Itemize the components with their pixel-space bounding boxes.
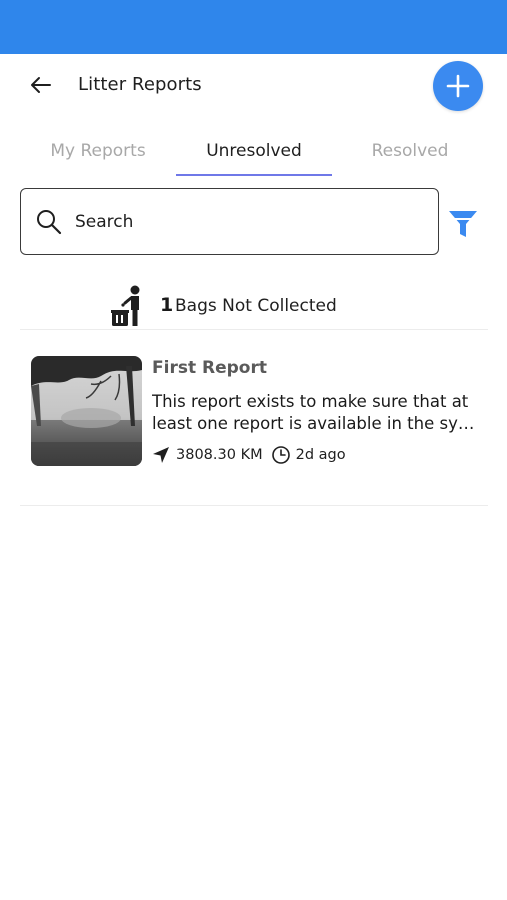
search-input[interactable]: Search	[20, 188, 439, 255]
report-time: 2d ago	[295, 447, 346, 463]
app-bar: Litter Reports	[0, 54, 507, 118]
tab-unresolved[interactable]: Unresolved	[176, 126, 332, 176]
search-placeholder: Search	[75, 211, 134, 232]
plus-icon	[446, 74, 470, 98]
clock-icon	[271, 446, 290, 464]
tab-bar: My Reports Unresolved Resolved	[0, 126, 507, 178]
tab-my-reports[interactable]: My Reports	[28, 126, 168, 176]
trash-bin-person-icon	[111, 285, 140, 326]
report-distance: 3808.30 KM	[176, 447, 263, 463]
report-list-item[interactable]: First Report This report exists to make …	[0, 340, 507, 500]
bags-label: Bags Not Collected	[175, 296, 337, 316]
back-button[interactable]	[22, 68, 60, 102]
report-meta: 3808.30 KM 2d ago	[152, 444, 346, 466]
add-report-button[interactable]	[433, 61, 483, 111]
search-icon	[37, 209, 62, 234]
active-tab-indicator	[176, 174, 332, 176]
navigation-arrow-icon	[153, 447, 169, 463]
divider	[20, 505, 488, 506]
status-bar	[0, 0, 507, 54]
page-title: Litter Reports	[78, 74, 202, 95]
report-title: First Report	[152, 358, 267, 378]
collection-summary: 1 Bags Not Collected	[0, 280, 507, 330]
report-description: This report exists to make sure that at …	[152, 391, 482, 435]
tab-resolved[interactable]: Resolved	[340, 126, 480, 176]
report-thumbnail	[31, 356, 142, 466]
filter-icon	[449, 211, 477, 237]
bags-count: 1	[160, 294, 174, 316]
report-description-line: least one report is available in the sy…	[152, 414, 475, 433]
report-description-line: This report exists to make sure that at	[152, 392, 469, 411]
divider	[20, 329, 488, 330]
arrow-left-icon	[31, 77, 51, 93]
filter-button[interactable]	[446, 206, 480, 242]
